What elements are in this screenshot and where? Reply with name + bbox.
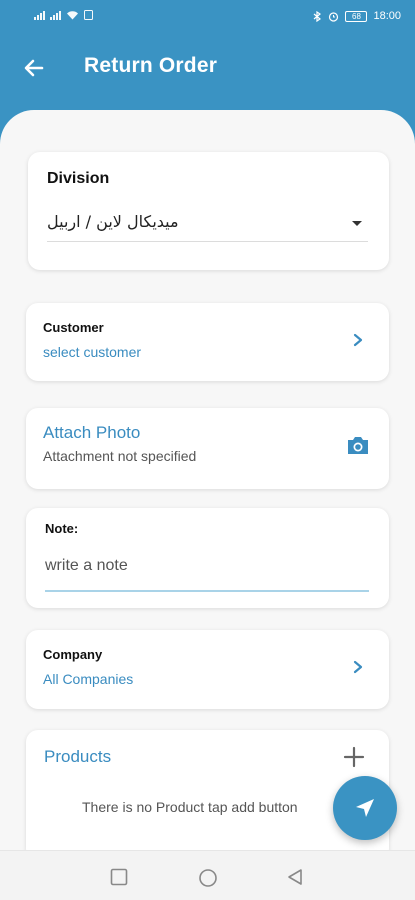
- signal-icon-2: [50, 10, 61, 20]
- page-title: Return Order: [84, 54, 218, 77]
- customer-label: Customer: [43, 320, 104, 335]
- sim-icon: [84, 10, 93, 20]
- division-card[interactable]: Division میدیکال لاین / اربیل: [28, 152, 389, 270]
- app-bar: Return Order: [0, 34, 415, 104]
- plus-icon[interactable]: [343, 746, 365, 768]
- products-empty-message: There is no Product tap add button: [82, 799, 298, 815]
- customer-value[interactable]: select customer: [43, 344, 141, 360]
- note-underline: [45, 590, 369, 592]
- square-icon[interactable]: [110, 868, 128, 886]
- circle-icon[interactable]: [198, 868, 218, 888]
- bluetooth-icon: [314, 10, 322, 22]
- attachment-status: Attachment not specified: [43, 448, 197, 464]
- note-input[interactable]: [45, 551, 369, 581]
- send-icon: [356, 799, 374, 817]
- company-value[interactable]: All Companies: [43, 671, 133, 687]
- chevron-right-icon[interactable]: [351, 332, 365, 348]
- products-card: Products There is no Product tap add but…: [26, 730, 389, 850]
- customer-card[interactable]: Customer select customer: [26, 303, 389, 381]
- system-nav-bar: [0, 850, 415, 900]
- send-button[interactable]: [333, 776, 397, 840]
- wifi-icon: [67, 11, 78, 20]
- alarm-icon: [329, 11, 339, 22]
- division-underline: [47, 241, 368, 242]
- battery-icon: 68: [345, 10, 368, 22]
- status-bar: 68 18:00: [0, 0, 415, 34]
- attach-photo-label[interactable]: Attach Photo: [43, 423, 140, 443]
- triangle-back-icon[interactable]: [286, 868, 304, 886]
- camera-icon[interactable]: [345, 432, 371, 458]
- note-label: Note:: [45, 521, 79, 536]
- status-left: [34, 10, 93, 20]
- signal-icon: [34, 10, 45, 20]
- chevron-right-icon[interactable]: [351, 659, 365, 675]
- division-select-value[interactable]: میدیکال لاین / اربیل: [47, 212, 179, 231]
- content-sheet: Division میدیکال لاین / اربیل Customer s…: [0, 110, 415, 850]
- status-time: 18:00: [373, 10, 401, 22]
- company-card[interactable]: Company All Companies: [26, 630, 389, 709]
- products-label: Products: [44, 747, 112, 766]
- note-card: Note:: [26, 508, 389, 608]
- attach-photo-card[interactable]: Attach Photo Attachment not specified: [26, 408, 389, 489]
- division-label: Division: [47, 170, 110, 187]
- dropdown-caret-icon[interactable]: [352, 221, 362, 226]
- company-label: Company: [43, 647, 103, 662]
- arrow-left-icon[interactable]: [20, 54, 48, 82]
- status-right: 68 18:00: [312, 10, 401, 22]
